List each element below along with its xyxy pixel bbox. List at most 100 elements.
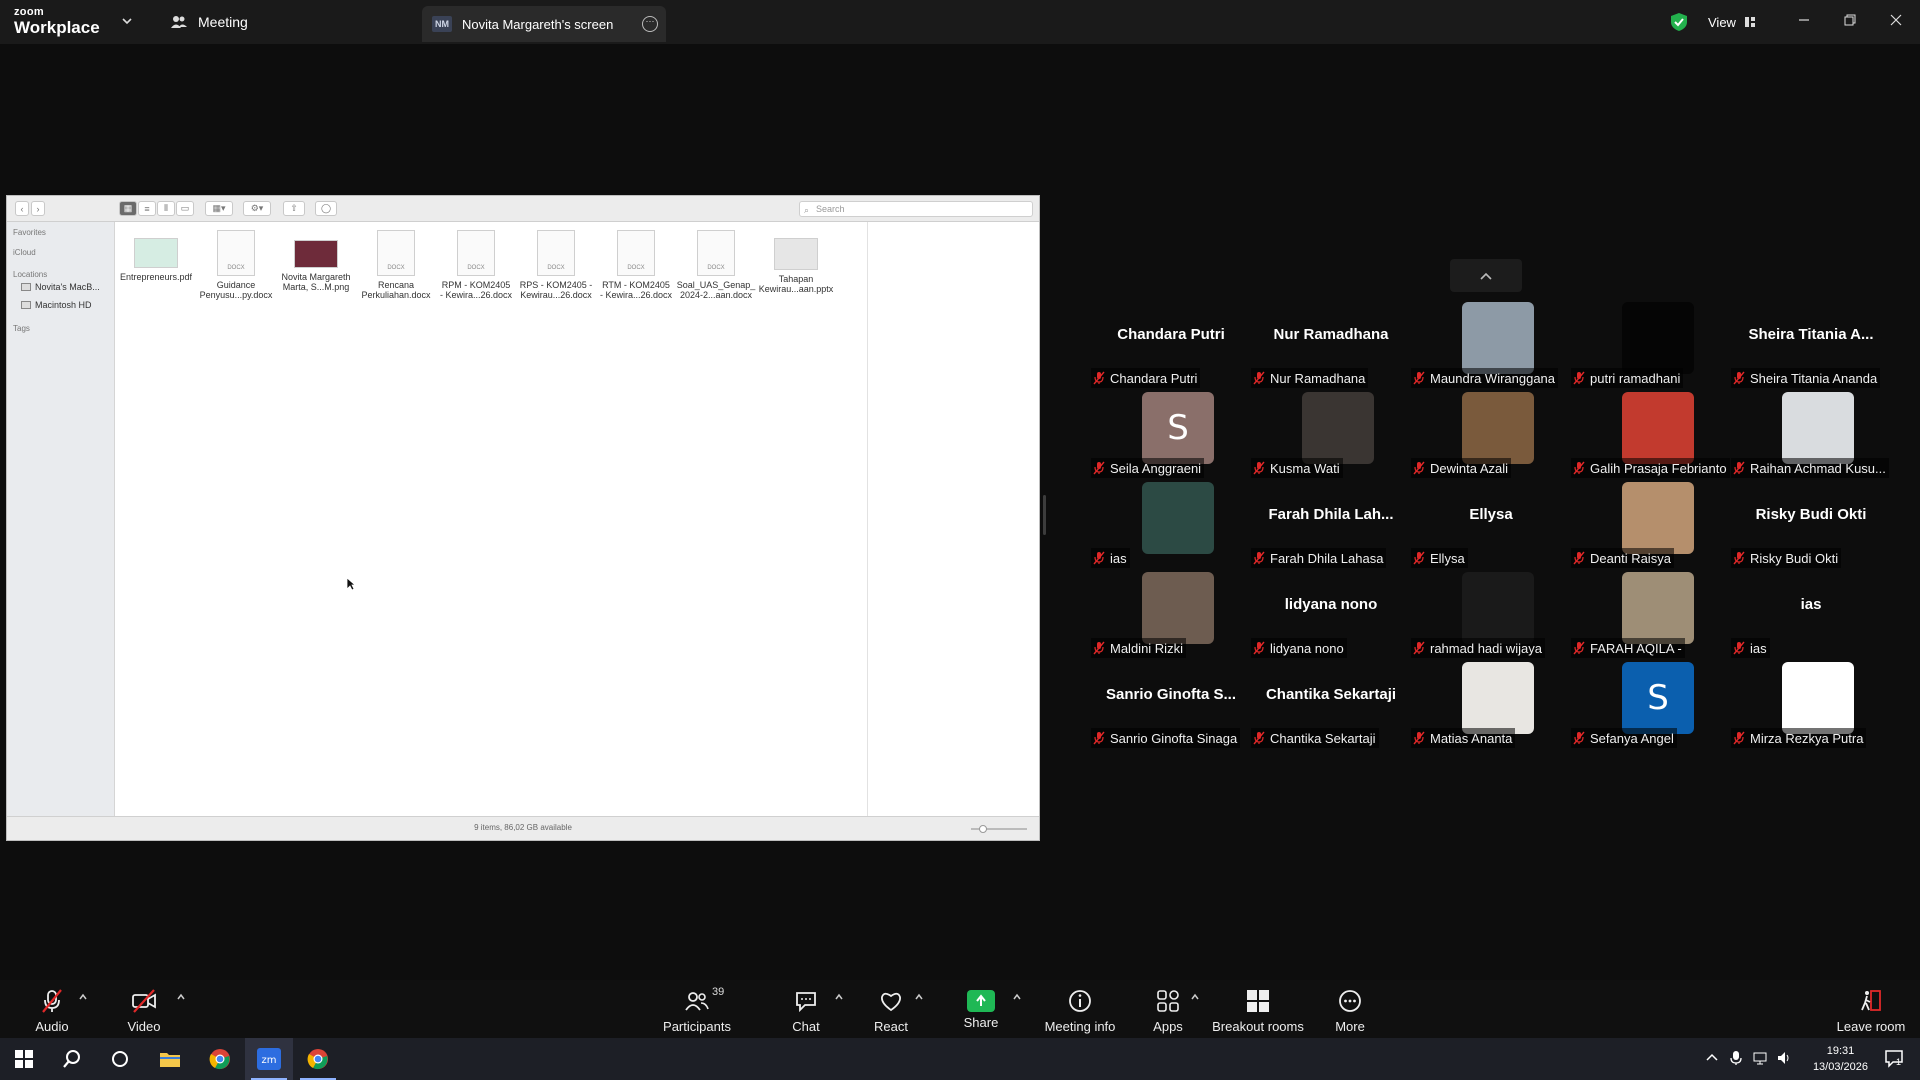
participant-tile[interactable]: Nur Ramadhana Nur Ramadhana [1251, 302, 1411, 390]
tag-button[interactable]: ◯ [315, 201, 337, 216]
participant-tile[interactable]: Maundra Wiranggana [1411, 302, 1571, 390]
participant-tile[interactable]: Sheira Titania A... Sheira Titania Ananda [1731, 302, 1891, 390]
finder-search-input[interactable]: ⌕ Search [799, 201, 1033, 217]
sidebar-heading-icloud[interactable]: iCloud [13, 248, 36, 257]
tab-shared-screen[interactable]: NM Novita Margareth's screen ··· [422, 6, 666, 42]
participant-tile[interactable]: S Seila Anggraeni [1091, 392, 1251, 480]
file-item[interactable]: Entrepreneurs.pdf [116, 230, 196, 282]
participant-tile[interactable]: Galih Prasaja Febrianto [1571, 392, 1731, 480]
video-button[interactable]: Video [124, 988, 164, 1034]
forward-button[interactable]: › [31, 201, 45, 216]
group-button[interactable]: ▦▾ [205, 201, 233, 216]
participant-tile[interactable]: lidyana nono lidyana nono [1251, 572, 1411, 660]
participant-tile[interactable]: Ellysa Ellysa [1411, 482, 1571, 570]
restore-button[interactable] [1838, 8, 1862, 32]
share-button[interactable]: Share [961, 988, 1001, 1030]
file-item[interactable]: RPS - KOM2405 -Kewirau...26.docx [516, 230, 596, 300]
column-view-button[interactable]: ⫴ [157, 201, 175, 216]
breakout-rooms-button[interactable]: Breakout rooms [1212, 988, 1304, 1034]
chevron-up-icon[interactable] [914, 992, 924, 1002]
participant-tile[interactable]: Chandara Putri Chandara Putri [1091, 302, 1251, 390]
chevron-up-icon[interactable] [1704, 1050, 1720, 1066]
audio-button[interactable]: Audio [32, 988, 72, 1034]
action-gear-button[interactable]: ⚙▾ [243, 201, 271, 216]
view-button[interactable]: View [1708, 15, 1756, 30]
participant-tile[interactable]: S Sefanya Angel [1571, 662, 1731, 750]
participant-tile[interactable]: Kusma Wati [1251, 392, 1411, 480]
file-item[interactable]: Novita Margareth Marta, S...M.png [276, 230, 356, 292]
tab-meeting[interactable]: Meeting [170, 10, 248, 34]
participant-tile[interactable]: Farah Dhila Lah... Farah Dhila Lahasa [1251, 482, 1411, 570]
mic-muted-icon [1573, 461, 1585, 475]
file-item[interactable]: Tahapan Kewirau...aan.pptx [756, 230, 836, 294]
slider-knob[interactable] [979, 825, 987, 833]
sidebar-item-macbook[interactable]: Novita's MacB... [21, 282, 100, 292]
minimize-button[interactable] [1792, 8, 1816, 32]
participant-tile[interactable]: Dewinta Azali [1411, 392, 1571, 480]
chat-button[interactable]: Chat [786, 988, 826, 1034]
icon-view-button[interactable]: ▦ [119, 201, 137, 216]
chevron-up-icon[interactable] [834, 992, 844, 1002]
microphone-icon[interactable] [1728, 1050, 1744, 1066]
more-button[interactable]: More [1330, 988, 1370, 1034]
task-view-button[interactable] [96, 1038, 144, 1080]
notification-center-button[interactable]: 1 [1884, 1048, 1904, 1068]
participant-video [1462, 302, 1534, 374]
apps-button[interactable]: Apps [1148, 988, 1188, 1034]
chevron-up-icon[interactable] [1012, 992, 1022, 1002]
participant-tile[interactable]: Mirza Rezkya Putra [1731, 662, 1891, 750]
participant-tile[interactable]: Matias Ananta [1411, 662, 1571, 750]
participant-name-label: Deanti Raisya [1571, 548, 1674, 568]
taskbar-file-explorer[interactable] [146, 1038, 194, 1080]
gallery-view-button[interactable]: ▭ [176, 201, 194, 216]
gallery-page-up-button[interactable] [1450, 259, 1522, 292]
file-item[interactable]: RPM - KOM2405- Kewira...26.docx [436, 230, 516, 300]
sidebar-item-macintosh-hd[interactable]: Macintosh HD [21, 300, 92, 310]
file-item[interactable]: GuidancePenyusu...py.docx [196, 230, 276, 300]
chevron-up-icon[interactable] [176, 992, 186, 1002]
more-options-icon[interactable]: ··· [642, 16, 658, 32]
leave-room-button[interactable]: Leave room [1836, 988, 1906, 1034]
chevron-up-icon[interactable] [78, 992, 88, 1002]
participant-tile[interactable]: Risky Budi Okti Risky Budi Okti [1731, 482, 1891, 570]
back-button[interactable]: ‹ [15, 201, 29, 216]
participant-tile[interactable]: Raihan Achmad Kusu... [1731, 392, 1891, 480]
participant-tile[interactable]: Chantika Sekartaji Chantika Sekartaji [1251, 662, 1411, 750]
start-button[interactable] [0, 1038, 48, 1080]
file-item[interactable]: Soal_UAS_Genap_2024-2...aan.docx [676, 230, 756, 300]
participants-button[interactable]: 39 Participants [662, 986, 732, 1034]
search-icon [63, 1050, 80, 1068]
file-item[interactable]: RTM - KOM2405- Kewira...26.docx [596, 230, 676, 300]
system-clock[interactable]: 19:31 13/03/2026 [1813, 1043, 1868, 1075]
chevron-up-icon[interactable] [1190, 992, 1200, 1002]
participant-tile[interactable]: putri ramadhani [1571, 302, 1731, 390]
taskbar-chrome[interactable] [196, 1038, 244, 1080]
participant-tile[interactable]: ias ias [1731, 572, 1891, 660]
zoom-logo[interactable]: zoom Workplace [14, 6, 124, 40]
network-icon[interactable] [1752, 1050, 1768, 1066]
participant-name: Deanti Raisya [1590, 550, 1671, 566]
taskbar-chrome-2[interactable] [294, 1038, 342, 1080]
taskbar-zoom[interactable]: zm [245, 1038, 293, 1080]
finder-file-area[interactable]: Entrepreneurs.pdfGuidancePenyusu...py.do… [116, 222, 1039, 816]
participant-tile[interactable]: rahmad hadi wijaya [1411, 572, 1571, 660]
chevron-down-icon[interactable] [120, 14, 134, 28]
volume-icon[interactable] [1776, 1050, 1792, 1066]
more-label: More [1335, 1019, 1365, 1034]
split-view-handle[interactable] [1043, 495, 1046, 535]
participant-tile[interactable]: Deanti Raisya [1571, 482, 1731, 570]
shared-screen[interactable]: ‹ › ▦ ≡ ⫴ ▭ ▦▾ ⚙▾ ⇧ ◯ ⌕ Search Favorites… [6, 195, 1040, 841]
list-view-button[interactable]: ≡ [138, 201, 156, 216]
close-button[interactable] [1884, 8, 1908, 32]
shield-check-icon[interactable] [1668, 11, 1690, 33]
participant-tile[interactable]: Sanrio Ginofta S... Sanrio Ginofta Sinaga [1091, 662, 1251, 750]
participant-tile[interactable]: Maldini Rizki [1091, 572, 1251, 660]
file-item[interactable]: RencanaPerkuliahan.docx [356, 230, 436, 300]
taskbar-search-button[interactable] [48, 1038, 96, 1080]
participant-tile[interactable]: ias [1091, 482, 1251, 570]
participant-tile[interactable]: FARAH AQILA - [1571, 572, 1731, 660]
share-sheet-button[interactable]: ⇧ [283, 201, 305, 216]
icon-size-slider[interactable] [971, 825, 1027, 833]
react-button[interactable]: React [871, 988, 911, 1034]
meeting-info-button[interactable]: Meeting info [1040, 988, 1120, 1034]
